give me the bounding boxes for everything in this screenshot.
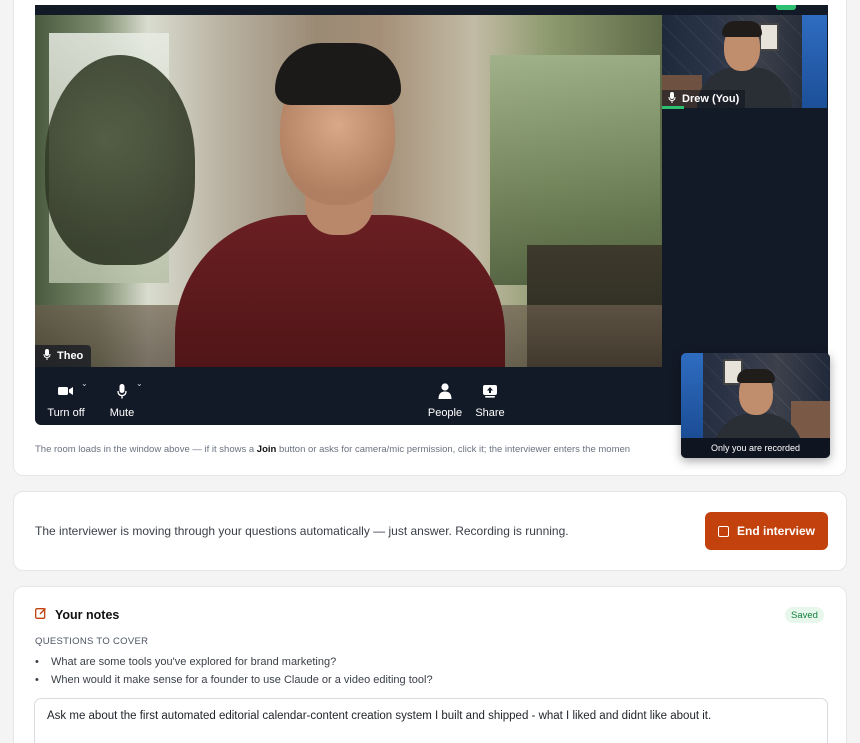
room-note-text: The room loads in the window above — if … [35,444,257,455]
chevron-down-icon[interactable]: ⌄ [136,379,143,388]
room-note-text-end: button or asks for camera/mic permission… [276,444,631,455]
status-indicator [776,5,796,10]
notes-card: Your notes Saved QUESTIONS TO COVER • Wha… [13,586,847,743]
question-text: When would it make sense for a founder t… [51,674,433,686]
notes-textarea[interactable]: Ask me about the first automated editori… [34,698,828,743]
self-curtain [802,15,827,108]
room-note-join: Join [256,444,277,455]
mic-icon [668,92,676,106]
main-participant-tag: Theo [35,345,92,367]
notes-header: Your notes [35,607,119,622]
self-video-tile: Drew (You) [662,15,827,108]
self-participant-name: Drew (You) [682,93,740,105]
participant-body [175,215,505,367]
questions-heading: QUESTIONS TO COVER [35,636,149,647]
share-icon [483,381,497,401]
notes-title: Your notes [55,607,120,622]
camera-toggle-button[interactable]: ⌄ Turn off [47,379,88,419]
preview-scene [681,353,830,453]
speaking-indicator [662,106,684,109]
background-plant [45,55,195,265]
mic-icon [43,349,51,363]
camera-toggle-label: Turn off [47,407,85,419]
share-button[interactable]: Share [474,381,506,419]
recording-preview[interactable]: Only you are recorded [681,353,830,458]
question-text: What are some tools you've explored for … [51,656,337,668]
interview-status-card: The interviewer is moving through your q… [13,491,847,571]
questions-list: • What are some tools you've explored for… [35,653,433,689]
main-participant-name: Theo [57,350,84,362]
mute-label: Mute [109,407,135,419]
mute-button[interactable]: ⌄ Mute [108,379,143,419]
list-item: • When would it make sense for a founder … [35,674,433,686]
end-interview-button[interactable]: End interview [705,512,828,550]
people-button[interactable]: People [427,381,463,419]
main-video-tile [35,15,662,367]
chevron-down-icon[interactable]: ⌄ [81,379,88,388]
people-label: People [427,407,463,419]
edit-note-icon [35,607,47,622]
self-hair [722,21,762,37]
mic-icon [117,381,127,401]
status-message: The interviewer is moving through your q… [35,524,569,538]
share-label: Share [475,407,505,419]
self-wall-frame [759,23,779,51]
preview-curtain [681,353,703,438]
list-item: • What are some tools you've explored for… [35,656,337,668]
room-instructions: The room loads in the window above — if … [35,444,630,455]
recording-preview-label: Only you are recorded [681,438,830,458]
saved-badge: Saved [785,607,824,623]
camera-icon [58,381,74,401]
participant-hair [275,43,401,105]
end-interview-label: End interview [736,524,816,538]
stage-top-bar [35,5,828,10]
person-icon [438,381,452,401]
preview-hair [737,369,775,383]
stop-square-icon [717,525,729,537]
